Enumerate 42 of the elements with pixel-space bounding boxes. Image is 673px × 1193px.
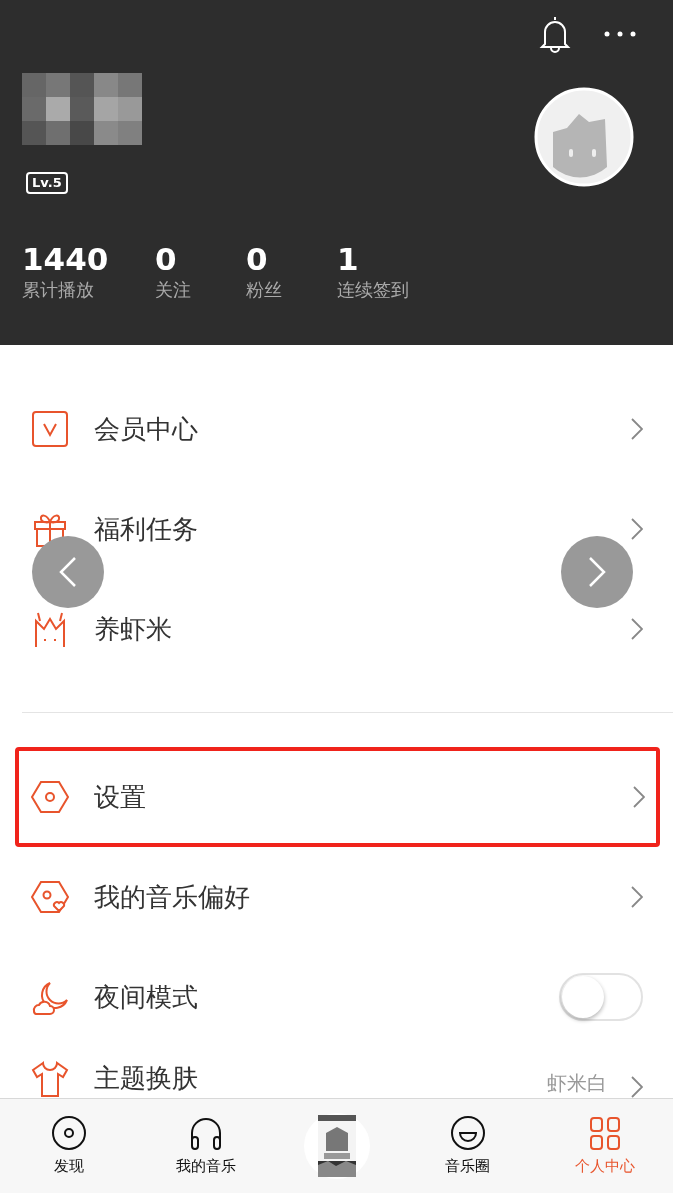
menu-item[interactable]: 会员中心 xyxy=(0,379,673,479)
stat-label: 累计播放 xyxy=(22,278,95,303)
chevron-right-icon xyxy=(631,418,643,440)
stat-label: 粉丝 xyxy=(246,278,283,303)
menu-item[interactable]: 设置 xyxy=(15,747,660,847)
chevron-right-icon xyxy=(588,556,606,588)
chevron-right-icon xyxy=(631,618,643,640)
menu-label: 我的音乐偏好 xyxy=(94,880,251,914)
avatar-icon[interactable] xyxy=(534,87,634,187)
stat-value: 0 xyxy=(246,242,269,277)
current-value: 虾米白 xyxy=(547,1070,607,1097)
tab[interactable]: 我的音乐 xyxy=(137,1099,274,1193)
menu-label: 设置 xyxy=(94,780,147,814)
menu-item[interactable]: 主题换肤 虾米白 xyxy=(0,1047,673,1098)
stat-value: 1 xyxy=(337,242,360,277)
disc-icon xyxy=(50,1114,87,1151)
menu-label: 养虾米 xyxy=(94,612,173,646)
stat-value: 1440 xyxy=(22,242,110,277)
vip-icon xyxy=(30,409,70,449)
stat-label: 关注 xyxy=(155,278,192,303)
chevron-right-icon xyxy=(631,886,643,908)
chevron-left-icon xyxy=(59,556,77,588)
menu-item[interactable]: 我的音乐偏好 xyxy=(0,847,673,947)
smile-icon xyxy=(449,1114,486,1151)
tab[interactable]: 音乐圈 xyxy=(399,1099,536,1193)
stat-value: 0 xyxy=(155,242,178,277)
level-badge: Lv.5 xyxy=(26,172,68,194)
chevron-right-icon xyxy=(631,1076,643,1098)
stat-label: 连续签到 xyxy=(337,278,410,303)
chevron-right-icon xyxy=(631,518,643,540)
notification-bell-icon[interactable] xyxy=(537,14,573,54)
toggle-switch[interactable] xyxy=(559,973,643,1021)
menu-item[interactable]: 养虾米 xyxy=(0,579,673,679)
tab[interactable]: 个人中心 xyxy=(536,1099,673,1193)
menu-label: 主题换肤 xyxy=(94,1062,199,1095)
chevron-right-icon xyxy=(633,786,645,808)
shirt-icon xyxy=(30,1058,70,1098)
tab[interactable]: 发现 xyxy=(0,1099,137,1193)
menu-label: 会员中心 xyxy=(94,412,199,446)
menu-label: 福利任务 xyxy=(94,512,199,546)
menu-label: 夜间模式 xyxy=(94,980,199,1014)
menu-item[interactable]: 夜间模式 xyxy=(0,947,673,1047)
